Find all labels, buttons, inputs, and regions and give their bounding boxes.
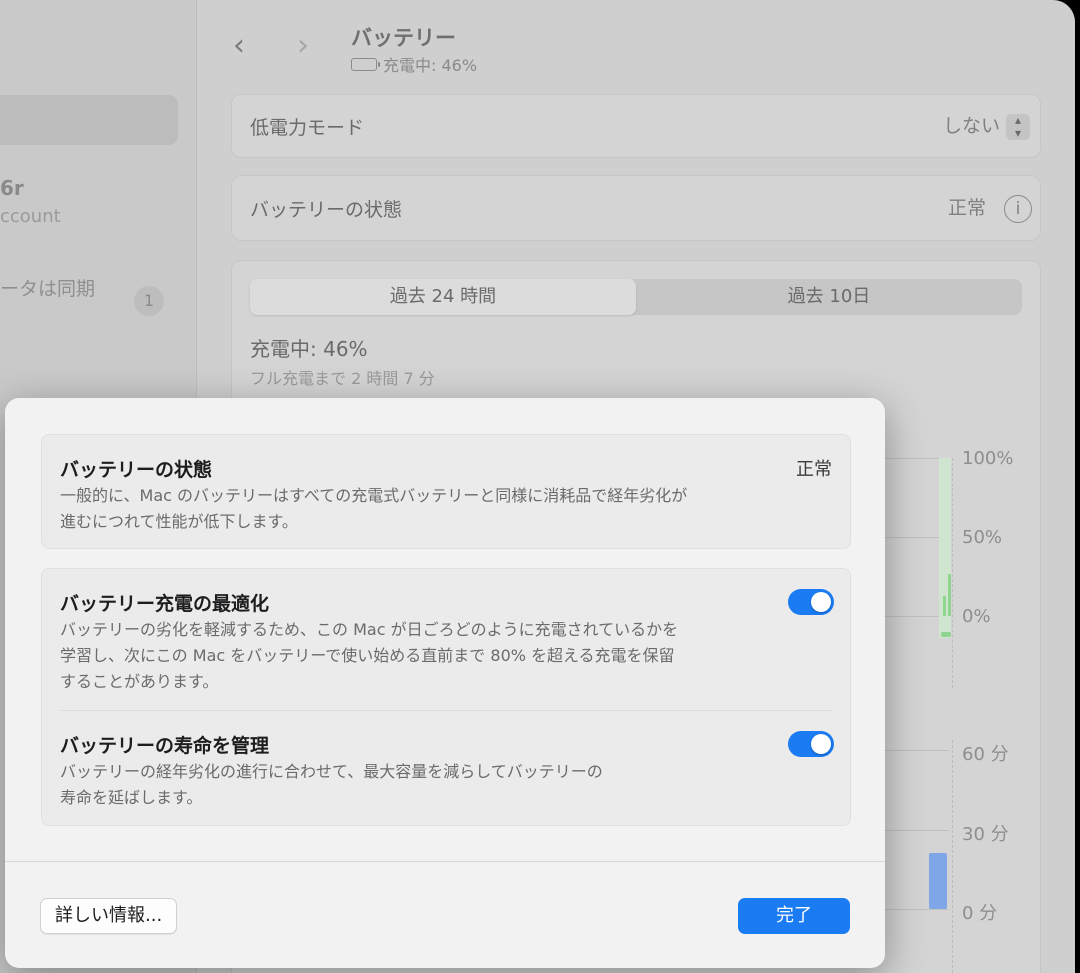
description-line: バッテリーの経年劣化の進行に合わせて、最大容量を減らしてバッテリーの (60, 762, 603, 781)
optimize-charging-description: バッテリーの劣化を軽減するため、この Mac が日ごろどのように充電されているか… (60, 617, 678, 695)
low-power-label: 低電力モード (250, 117, 365, 139)
optimize-charging-toggle[interactable] (788, 589, 834, 615)
charging-options-card: バッテリー充電の最適化 バッテリーの劣化を軽減するため、この Mac が日ごろど… (41, 568, 851, 826)
sidebar-selected-item[interactable] (0, 95, 178, 145)
battery-status: 充電中: 46% (351, 52, 477, 76)
footer-divider (5, 861, 885, 862)
account-name[interactable]: 6r (0, 176, 24, 200)
chart-divider (952, 740, 953, 973)
battery-health-value: 正常 (947, 197, 986, 219)
description-line: 寿命を延ばします。 (60, 788, 203, 807)
updown-chevron-icon: ▴ ▾ (1006, 113, 1030, 140)
info-icon[interactable]: i (1004, 195, 1032, 223)
low-power-select[interactable]: しない ▴ ▾ (943, 111, 1030, 140)
sidebar-sync-label[interactable]: ータは同期 (0, 274, 95, 301)
y-tick-label: 0 分 (962, 903, 998, 924)
battery-status-text: 充電中: 46% (383, 56, 478, 75)
time-to-full: フル充電まで 2 時間 7 分 (250, 369, 435, 388)
account-subtitle: ccount (0, 206, 61, 227)
battery-health-row: バッテリーの状態 正常 i (231, 175, 1041, 241)
time-range-segmented-control[interactable]: 過去 24 時間 過去 10日 (250, 279, 1022, 315)
chart-divider (952, 458, 953, 688)
more-info-button[interactable]: 詳しい情報... (40, 898, 178, 934)
y-tick-label: 30 分 (962, 824, 1009, 845)
y-tick-label: 100% (962, 448, 1014, 469)
battery-health-description: 一般的に、Mac のバッテリーはすべての充電式バッテリーと同様に消耗品で経年劣化… (60, 483, 687, 535)
manage-lifespan-description: バッテリーの経年劣化の進行に合わせて、最大容量を減らしてバッテリーの 寿命を延ば… (60, 759, 603, 811)
battery-health-label: バッテリーの状態 (250, 199, 403, 221)
charging-status: 充電中: 46% (250, 337, 368, 361)
battery-options-dialog: バッテリーの状態 正常 一般的に、Mac のバッテリーはすべての充電式バッテリー… (5, 398, 885, 968)
charging-indicator (941, 632, 951, 637)
battery-health-status: 正常 (796, 459, 832, 480)
battery-health-title: バッテリーの状態 (60, 459, 213, 481)
description-line: バッテリーの劣化を軽減するため、この Mac が日ごろどのように充電されているか… (60, 620, 679, 639)
manage-lifespan-title: バッテリーの寿命を管理 (60, 735, 270, 757)
y-tick-label: 60 分 (962, 744, 1009, 765)
battery-level-bar (948, 574, 951, 616)
description-line: 学習し、次にこの Mac をバッテリーで使い始める直前まで 80% を超える充電… (60, 646, 675, 665)
tab-10-days[interactable]: 過去 10日 (636, 279, 1022, 315)
tab-24-hours[interactable]: 過去 24 時間 (250, 279, 636, 315)
battery-health-status: 正常 i (948, 193, 1032, 223)
optimize-charging-title: バッテリー充電の最適化 (60, 593, 270, 615)
y-tick-label: 0% (962, 606, 991, 627)
notification-badge: 1 (134, 286, 164, 316)
battery-health-card: バッテリーの状態 正常 一般的に、Mac のバッテリーはすべての充電式バッテリー… (41, 434, 851, 549)
page-title: バッテリー (351, 26, 456, 50)
description-line: 進むにつれて性能が低下します。 (60, 512, 298, 531)
low-power-row: 低電力モード しない ▴ ▾ (231, 94, 1041, 158)
battery-charging-icon (351, 57, 380, 71)
description-line: 一般的に、Mac のバッテリーはすべての充電式バッテリーと同様に消耗品で経年劣化… (60, 486, 688, 505)
back-button[interactable]: ‹ (233, 28, 245, 63)
low-power-value: しない (942, 115, 1000, 137)
forward-button[interactable]: › (297, 28, 309, 63)
y-tick-label: 50% (962, 527, 1003, 548)
usage-bar (929, 853, 947, 909)
divider (60, 710, 832, 711)
description-line: することがあります。 (60, 672, 219, 691)
battery-level-bar (943, 596, 946, 616)
manage-lifespan-toggle[interactable] (788, 731, 834, 757)
done-button[interactable]: 完了 (738, 898, 850, 934)
